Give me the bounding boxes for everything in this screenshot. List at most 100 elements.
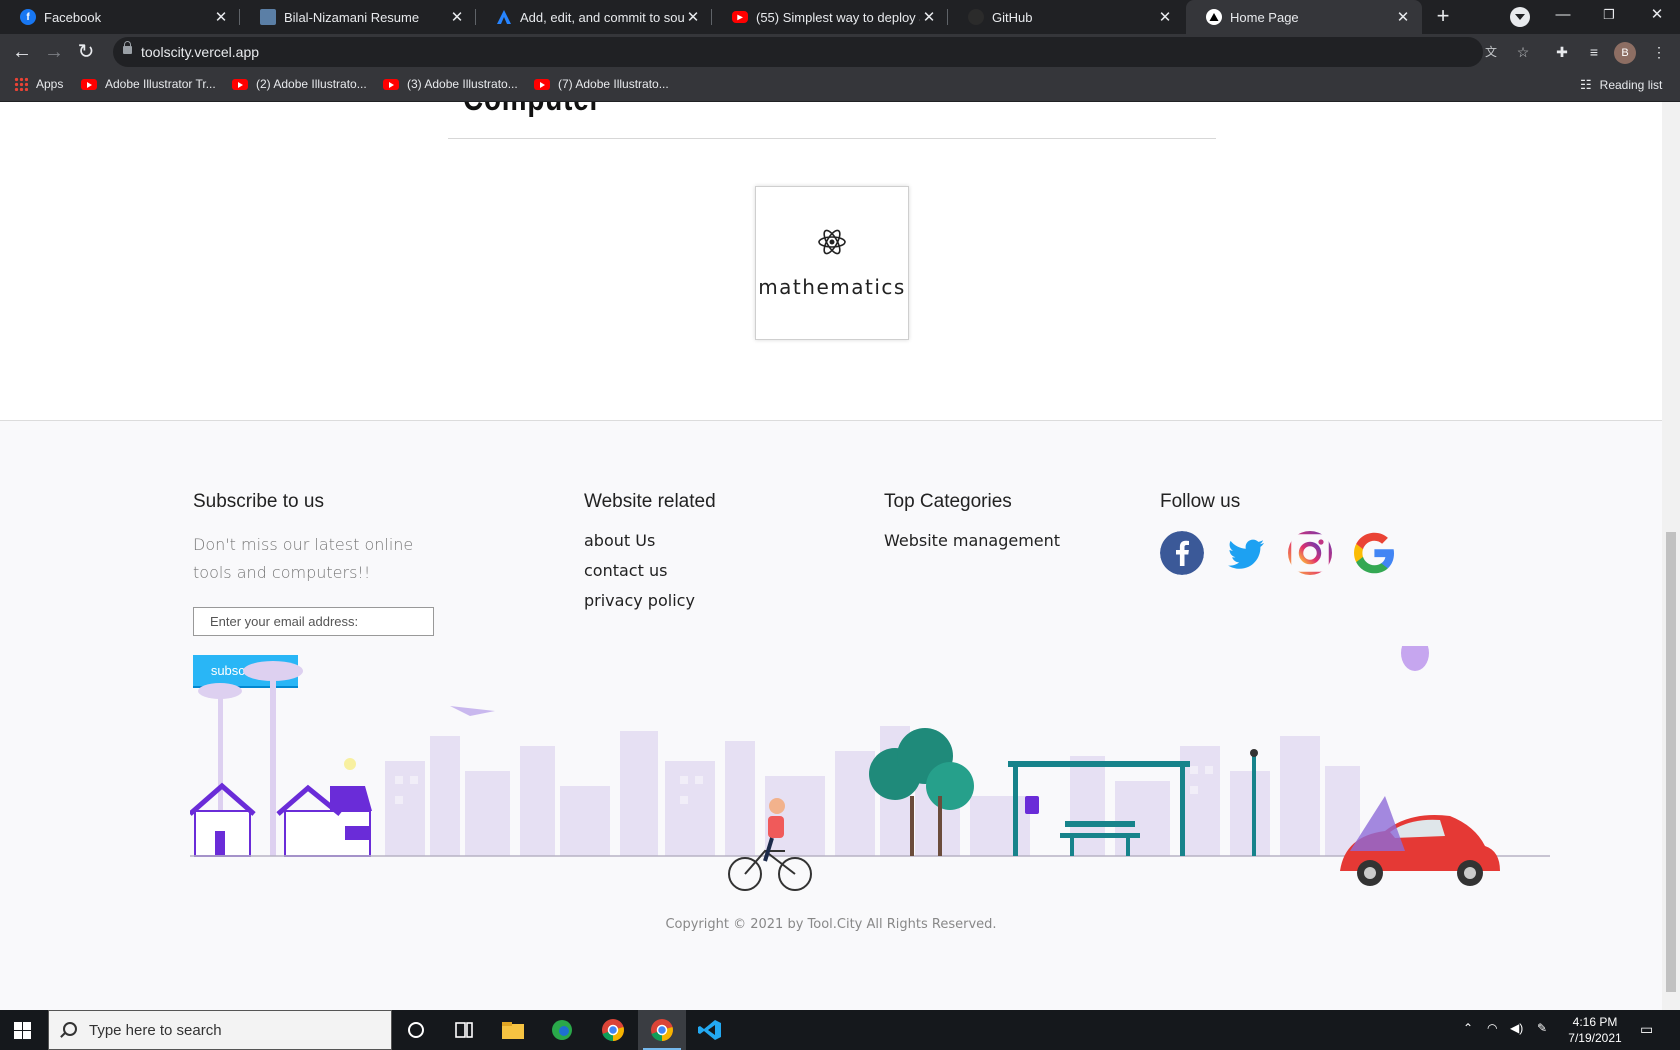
website-management-link[interactable]: Website management xyxy=(884,531,1060,550)
social-icons xyxy=(1160,531,1396,575)
resume-favicon xyxy=(260,9,276,25)
task-view-icon[interactable] xyxy=(451,1018,477,1042)
footer: Subscribe to us Don't miss our latest on… xyxy=(0,420,1662,1010)
back-button[interactable]: ← xyxy=(10,40,34,64)
top-categories-column: Top Categories Website management xyxy=(884,491,1060,561)
facebook-favicon: f xyxy=(20,9,36,25)
bookmarks-bar: Apps Adobe Illustrator Tr... (2) Adobe I… xyxy=(0,70,1680,102)
reading-list-icon: ☷ xyxy=(1580,77,1592,92)
close-icon[interactable]: ✕ xyxy=(684,8,702,26)
youtube-icon xyxy=(383,78,399,90)
reading-list-button[interactable]: ☷ Reading list xyxy=(1580,77,1662,93)
chrome-icon[interactable] xyxy=(600,1018,626,1042)
apps-icon xyxy=(14,77,28,91)
window-close-button[interactable]: ✕ xyxy=(1634,0,1680,30)
bookmark-label: (3) Adobe Illustrato... xyxy=(407,77,518,91)
close-icon[interactable]: ✕ xyxy=(1156,8,1174,26)
bookmark-item[interactable]: Adobe Illustrator Tr... xyxy=(81,77,216,91)
email-field[interactable] xyxy=(193,607,434,636)
youtube-icon xyxy=(534,78,550,90)
instagram-icon[interactable] xyxy=(1288,531,1332,575)
tab-github[interactable]: GitHub ✕ xyxy=(948,0,1184,34)
notifications-icon[interactable]: ▭ xyxy=(1640,1021,1653,1038)
tab-title: (55) Simplest way to deploy a Re xyxy=(756,9,920,25)
forward-button[interactable]: → xyxy=(42,40,66,64)
bookmark-label: (2) Adobe Illustrato... xyxy=(256,77,367,91)
vercel-favicon xyxy=(1206,9,1222,25)
follow-us-heading: Follow us xyxy=(1160,491,1241,512)
youtube-favicon: ▸ xyxy=(732,11,748,23)
translate-icon[interactable]: 文 xyxy=(1482,43,1500,61)
cortana-icon[interactable] xyxy=(403,1018,429,1042)
clock-date: 7/19/2021 xyxy=(1568,1031,1622,1045)
tab-atlassian[interactable]: Add, edit, and commit to source ✕ xyxy=(476,0,712,34)
media-queue-icon[interactable]: ≡ xyxy=(1584,42,1604,62)
facebook-icon[interactable] xyxy=(1160,531,1204,575)
bookmark-star-icon[interactable]: ☆ xyxy=(1514,43,1532,61)
tab-title: Facebook xyxy=(44,9,102,25)
youtube-icon xyxy=(232,78,248,90)
taskbar-search-input[interactable]: Type here to search xyxy=(48,1010,392,1050)
tab-facebook[interactable]: f Facebook ✕ xyxy=(0,0,240,34)
tab-youtube[interactable]: ▸ (55) Simplest way to deploy a Re ✕ xyxy=(712,0,948,34)
website-related-heading: Website related xyxy=(584,491,716,512)
close-icon[interactable]: ✕ xyxy=(448,8,466,26)
pen-icon[interactable]: ✎ xyxy=(1537,1021,1547,1035)
windows-start-icon[interactable] xyxy=(14,1022,31,1039)
bookmark-item[interactable]: (3) Adobe Illustrato... xyxy=(383,77,518,91)
page-scrollbar[interactable] xyxy=(1662,102,1680,1010)
vscode-icon[interactable] xyxy=(697,1018,723,1042)
web-page: Computer mathematics Subscribe to us Don… xyxy=(0,102,1662,1010)
edge-icon[interactable] xyxy=(549,1018,575,1042)
atom-icon xyxy=(818,229,846,255)
bookmark-item[interactable]: (2) Adobe Illustrato... xyxy=(232,77,367,91)
tab-title: Home Page xyxy=(1230,9,1299,25)
reload-button[interactable]: ↻ xyxy=(74,40,98,64)
city-illustration xyxy=(190,646,1550,891)
bookmark-item[interactable]: (7) Adobe Illustrato... xyxy=(534,77,669,91)
address-bar[interactable]: toolscity.vercel.app 文 ☆ xyxy=(113,37,1529,67)
tray-overflow-icon[interactable]: ⌃ xyxy=(1463,1021,1473,1035)
github-favicon xyxy=(968,9,984,25)
new-tab-button[interactable]: + xyxy=(1430,4,1456,30)
bookmark-apps[interactable]: Apps xyxy=(14,77,63,91)
browser-toolbar: ← → ↻ toolscity.vercel.app 文 ☆ ✚ ≡ B ⋮ xyxy=(0,34,1680,70)
close-icon[interactable]: ✕ xyxy=(1394,8,1412,26)
tab-strip: f Facebook ✕ Bilal-Nizamani Resume ✕ Add… xyxy=(0,0,1680,34)
restore-button[interactable]: ❐ xyxy=(1586,0,1632,30)
subscribe-heading: Subscribe to us xyxy=(193,491,324,512)
volume-icon[interactable]: ◀) xyxy=(1510,1021,1523,1035)
atlassian-favicon xyxy=(496,9,512,25)
minimize-button[interactable]: — xyxy=(1540,0,1586,30)
menu-icon[interactable]: ⋮ xyxy=(1649,42,1669,62)
google-icon[interactable] xyxy=(1352,531,1396,575)
search-placeholder: Type here to search xyxy=(89,1022,222,1039)
about-us-link[interactable]: about Us xyxy=(584,531,716,550)
screen: f Facebook ✕ Bilal-Nizamani Resume ✕ Add… xyxy=(0,0,1680,1050)
network-icon[interactable]: ◠ xyxy=(1487,1021,1497,1035)
system-clock[interactable]: 4:16 PM 7/19/2021 xyxy=(1560,1014,1630,1046)
close-icon[interactable]: ✕ xyxy=(920,8,938,26)
section-divider xyxy=(448,138,1216,139)
scrollbar-thumb[interactable] xyxy=(1666,532,1676,992)
tab-title: Add, edit, and commit to source xyxy=(520,9,684,25)
close-icon[interactable]: ✕ xyxy=(212,8,230,26)
contact-us-link[interactable]: contact us xyxy=(584,561,716,580)
top-categories-heading: Top Categories xyxy=(884,491,1012,512)
subscribe-description: Don't miss our latest online tools and c… xyxy=(193,535,414,582)
bookmark-label: Adobe Illustrator Tr... xyxy=(105,77,216,91)
tab-home-page[interactable]: Home Page ✕ xyxy=(1186,0,1422,34)
extensions-icon[interactable]: ✚ xyxy=(1552,42,1572,62)
profile-avatar[interactable]: B xyxy=(1614,42,1636,64)
tab-search-icon[interactable] xyxy=(1510,7,1530,27)
twitter-icon[interactable] xyxy=(1224,531,1268,575)
tab-resume[interactable]: Bilal-Nizamani Resume ✕ xyxy=(240,0,476,34)
category-card-mathematics[interactable]: mathematics xyxy=(755,186,909,340)
file-explorer-icon[interactable] xyxy=(500,1018,526,1042)
chrome-profile-icon[interactable] xyxy=(649,1018,675,1042)
copyright-text: Copyright © 2021 by Tool.City All Rights… xyxy=(665,917,997,932)
section-title: Computer xyxy=(463,102,601,119)
bookmark-label: Apps xyxy=(36,77,64,91)
bookmark-label: (7) Adobe Illustrato... xyxy=(558,77,669,91)
privacy-policy-link[interactable]: privacy policy xyxy=(584,591,716,610)
